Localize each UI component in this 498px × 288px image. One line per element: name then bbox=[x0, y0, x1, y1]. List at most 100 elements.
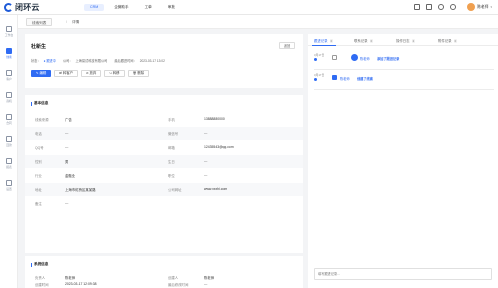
transfer-button-label: 转移 bbox=[112, 71, 120, 75]
bell-icon[interactable] bbox=[438, 4, 444, 10]
field-value: 12435543@qq.com bbox=[204, 145, 234, 149]
lead-meta: 状态： ● 跟进中 公司： 上海易试科技有限公司 最后跟进时间： 2023-03… bbox=[31, 58, 165, 64]
field-label: QQ号 bbox=[35, 146, 44, 150]
delete-button[interactable]: 🗑 删除 bbox=[127, 70, 150, 77]
activity-type-icon bbox=[332, 75, 337, 80]
tab-count: 0 bbox=[453, 39, 458, 43]
help-icon[interactable] bbox=[450, 4, 456, 10]
field-value: 陈老师 bbox=[65, 276, 76, 280]
sidebar-item-payments[interactable]: 回款 bbox=[0, 133, 18, 149]
sidebar-item-label: 报表 bbox=[6, 164, 12, 169]
top-icons bbox=[414, 4, 456, 10]
section-marker bbox=[31, 101, 32, 106]
field-value: --- bbox=[65, 145, 69, 149]
divider bbox=[314, 89, 494, 90]
field-value: 上海市虹桥区某某路 bbox=[65, 188, 96, 192]
field-label: 备注 bbox=[35, 202, 42, 206]
activity-actor[interactable]: 陈老师 bbox=[360, 56, 370, 61]
nav-crm[interactable]: CRM bbox=[84, 4, 105, 11]
activity-action: 创建了线索 bbox=[357, 77, 373, 81]
edit-button[interactable]: ✎ 编辑 bbox=[31, 70, 52, 77]
last-followup-value: 2023-03-17 13:02 bbox=[139, 58, 165, 63]
followup-input[interactable] bbox=[314, 268, 492, 280]
back-button[interactable]: 返回 bbox=[279, 42, 295, 49]
nav-wecom-assistant[interactable]: 企微助手 bbox=[108, 4, 134, 11]
field-value: --- bbox=[204, 159, 208, 163]
calendar-icon[interactable] bbox=[414, 4, 420, 10]
edit-button-label: 编辑 bbox=[39, 71, 47, 75]
sidebar-item-label: 设置 bbox=[6, 186, 12, 191]
user-menu[interactable]: 陈老师 ▾ bbox=[467, 3, 492, 11]
sidebar-item-contracts[interactable]: 合同 bbox=[0, 111, 18, 127]
activity-panel: 跟进记录 0 联系记录 0 操作日志 2 附件记录 0 3月17日 陈老师 添加了跟进记… bbox=[308, 34, 498, 288]
tab-followup[interactable]: 跟进记录 0 bbox=[314, 38, 334, 43]
sidebar-item-label: 客户 bbox=[6, 76, 12, 81]
trash-icon: 🗑 bbox=[132, 71, 137, 75]
field-row: 行业 金融业 职位 --- bbox=[25, 169, 303, 182]
company-value: 上海易试科技有限公司 bbox=[75, 59, 108, 63]
payment-icon bbox=[6, 135, 12, 142]
field-value: 男 bbox=[65, 160, 69, 164]
field-value: www.xxxhi.com bbox=[204, 187, 228, 191]
grid-icon[interactable] bbox=[426, 4, 432, 10]
sidebar-item-label: 商机 bbox=[6, 98, 12, 103]
tab-detail[interactable]: 详情 bbox=[72, 18, 79, 26]
app-logo[interactable]: 闭环云 bbox=[4, 2, 40, 13]
report-icon bbox=[6, 157, 12, 164]
tab-lead-list[interactable]: 线索列表 bbox=[26, 18, 53, 26]
field-label: 地址 bbox=[35, 188, 42, 192]
sidebar-item-label: 线索 bbox=[6, 54, 12, 59]
tab-contact-records[interactable]: 联系记录 0 bbox=[354, 38, 374, 43]
field-label: 电话 bbox=[35, 132, 42, 136]
edit-icon[interactable] bbox=[332, 55, 337, 60]
tab-label: 附件记录 bbox=[438, 39, 452, 43]
field-row: 电话 --- 微信号 --- bbox=[25, 127, 303, 140]
field-row: 线索来源 广告 手机 13888880000 bbox=[25, 113, 303, 126]
abandon-button[interactable]: ⊘ 放弃 bbox=[80, 70, 102, 77]
activity-action: 添加了跟进记录 bbox=[377, 57, 400, 61]
transfer-button[interactable]: ↪ 转移 bbox=[104, 70, 125, 77]
field-label: 线索来源 bbox=[35, 118, 49, 122]
field-value: 13888880000 bbox=[204, 117, 225, 121]
field-label: 公司网址 bbox=[168, 188, 182, 192]
field-label: 手机 bbox=[168, 118, 175, 122]
transfer-icon: ↪ bbox=[109, 71, 112, 75]
gear-icon bbox=[6, 179, 12, 186]
opportunity-icon bbox=[6, 91, 12, 98]
convert-customer-button[interactable]: ⇄ 转客户 bbox=[54, 70, 78, 77]
activity-time: 3月17日 bbox=[314, 53, 325, 57]
field-value: --- bbox=[65, 131, 69, 135]
section-marker bbox=[31, 262, 32, 267]
field-value: 2023-03-17 12:09:38 bbox=[65, 282, 97, 286]
action-bar: ✎ 编辑 ⇄ 转客户 ⊘ 放弃 ↪ 转移 🗑 删除 bbox=[31, 70, 150, 77]
sidebar-item-label: 合同 bbox=[6, 120, 12, 125]
field-value: 广告 bbox=[65, 118, 72, 122]
field-label: 负责人 bbox=[35, 276, 46, 280]
field-row: 地址 上海市虹桥区某某路 公司网址 www.xxxhi.com bbox=[25, 183, 303, 196]
section-title: 基本信息 bbox=[31, 101, 48, 106]
active-tab-indicator bbox=[312, 45, 336, 46]
nav-tickets[interactable]: 工单 bbox=[139, 4, 158, 11]
edit-icon: ✎ bbox=[36, 71, 39, 75]
field-row: QQ号 --- 邮箱 12435543@qq.com bbox=[25, 141, 303, 154]
sidebar-item-settings[interactable]: 设置 bbox=[0, 177, 18, 193]
lead-detail: 杜新生 返回 状态： ● 跟进中 公司： 上海易试科技有限公司 最后跟进时间： … bbox=[25, 34, 303, 288]
activity-item: 3月17日 陈老师 添加了跟进记录 bbox=[314, 52, 494, 66]
activity-actor[interactable]: 陈老师 bbox=[340, 76, 350, 81]
sidebar-item-workbench[interactable]: 工作台 bbox=[0, 23, 18, 39]
nav-approval[interactable]: 审批 bbox=[162, 4, 181, 11]
sidebar-item-leads[interactable]: 线索 bbox=[0, 45, 18, 61]
tab-operation-log[interactable]: 操作日志 2 bbox=[396, 38, 416, 43]
breadcrumb-separator: / bbox=[66, 20, 67, 24]
lead-name: 杜新生 bbox=[31, 44, 47, 50]
sidebar-item-customers[interactable]: 客户 bbox=[0, 67, 18, 83]
tab-attachments[interactable]: 附件记录 0 bbox=[438, 38, 458, 43]
field-value: 金融业 bbox=[65, 174, 76, 178]
sidebar-item-label: 工作台 bbox=[4, 32, 14, 37]
sidebar-item-opportunities[interactable]: 商机 bbox=[0, 89, 18, 105]
sidebar-item-reports[interactable]: 报表 bbox=[0, 155, 18, 171]
convert-icon: ⇄ bbox=[59, 71, 62, 75]
company-label: 公司： bbox=[62, 59, 73, 63]
tab-count: 2 bbox=[411, 39, 416, 43]
tab-label: 操作日志 bbox=[396, 39, 410, 43]
